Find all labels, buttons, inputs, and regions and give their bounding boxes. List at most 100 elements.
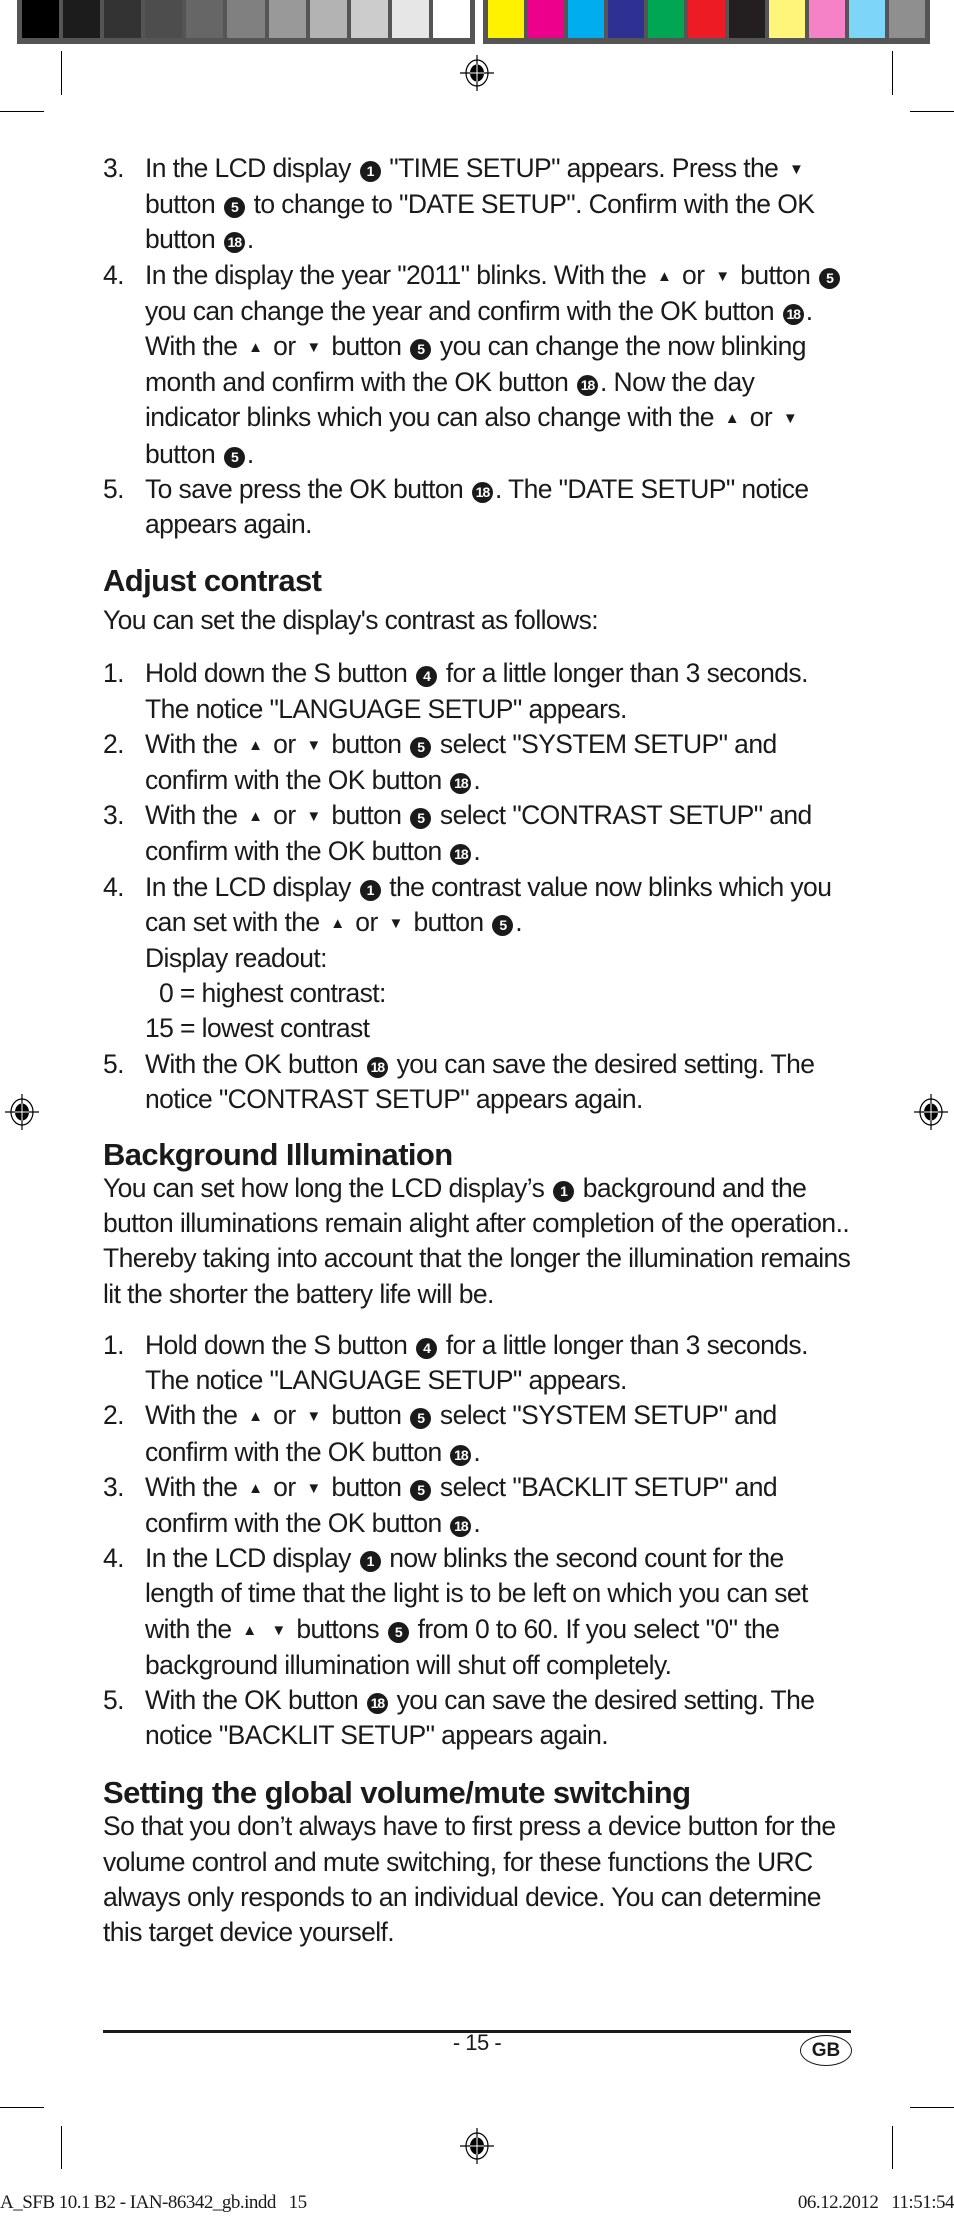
volume-intro: So that you don’t always have to first p… [103,1811,836,1947]
circled-number-4-icon: 4 [416,666,438,688]
date-setup-steps: 3. In the LCD display 1 "TIME SETUP" appe… [103,151,851,542]
circled-number-5-icon: 5 [410,808,432,830]
readout-label: Display readout: [145,943,328,974]
slug-timestamp: 06.12.2012 11:51:54 [797,2192,954,2213]
crop-mark-bottom-right [892,2126,893,2169]
backlight-steps: 1. Hold down the S button 4 for a little … [103,1328,851,1753]
list-item: 4. In the display the year "2011" blinks.… [103,258,851,472]
registration-mark-top-icon [460,55,494,91]
backlight-intro: You can set how long the LCD display’s 1… [103,1173,851,1309]
crop-mark-top-right-h [910,111,954,112]
step-number: 4. [103,1543,125,1574]
list-item: 4. In the LCD display 1 the contrast valu… [103,870,851,1047]
step-text: With the OK button 18 you can save the d… [145,1684,815,1751]
circled-number-5-icon: 5 [492,914,514,936]
arrow-down-icon: ▼ [782,410,798,428]
step-number: 4. [103,259,125,290]
crop-mark-bottom-left [61,2126,62,2169]
arrow-up-icon: ▲ [242,1621,257,1639]
arrow-up-icon: ▲ [724,410,740,428]
circled-number-5-icon: 5 [410,1479,432,1501]
color-swatch [568,0,605,38]
list-item: 4. In the LCD display 1 now blinks the se… [103,1541,851,1683]
page-content: 3. In the LCD display 1 "TIME SETUP" appe… [103,151,851,1950]
gray-swatch [309,0,347,38]
step-number: 4. [103,871,125,902]
step-text: Hold down the S button 4 for a little lo… [145,1329,808,1396]
gray-swatch [268,0,306,38]
arrow-up-icon: ▲ [657,267,672,285]
arrow-up-icon: ▲ [248,1408,263,1426]
circled-number-1-icon: 1 [553,1181,575,1203]
circled-number-18-icon: 18 [223,232,245,254]
color-swatch [768,0,805,38]
circled-number-5-icon: 5 [223,446,245,468]
arrow-up-icon: ▲ [248,339,263,357]
circled-number-5-icon: 5 [223,197,245,219]
list-item: 3. With the ▲ or ▼ button 5 select "BACKL… [103,1470,851,1541]
list-item: 3. In the LCD display 1 "TIME SETUP" appe… [103,151,851,258]
circled-number-18-icon: 18 [366,1056,388,1078]
gray-swatch [432,0,471,38]
color-swatch [888,0,926,38]
circled-number-4-icon: 4 [416,1337,438,1359]
circled-number-18-icon: 18 [450,773,472,795]
step-text: Hold down the S button 4 for a little lo… [145,658,808,724]
arrow-down-icon: ▼ [715,267,730,285]
step-number: 5. [103,1684,125,1715]
arrow-down-icon: ▼ [306,1408,321,1426]
step-text: In the display the year "2011" blinks. W… [145,258,851,472]
arrow-down-icon: ▼ [306,1479,321,1497]
circled-number-18-icon: 18 [577,375,599,397]
grayscale-color-bar [17,0,475,44]
arrow-down-icon: ▼ [388,914,403,932]
arrow-down-icon: ▼ [306,808,321,826]
gray-swatch [391,0,429,38]
arrow-down-icon: ▼ [789,161,804,178]
step-text: In the LCD display 1 now blinks the seco… [145,1543,808,1680]
step-text: With the ▲ or ▼ button 5 select "CONTRAS… [145,800,812,867]
crop-mark-top-left-h [0,111,44,112]
arrow-down-icon: ▼ [271,1621,286,1639]
circled-number-18-icon: 18 [450,1444,472,1466]
color-swatch [648,0,685,38]
language-badge: GB [800,2035,852,2066]
contrast-intro: You can set the display's contrast as fo… [103,605,599,636]
circled-number-5-icon: 5 [410,339,432,361]
list-item: 3. With the ▲ or ▼ button 5 select "CONTR… [103,798,851,869]
circled-number-5-icon: 5 [410,1408,432,1430]
color-swatch [808,0,845,38]
circled-number-1-icon: 1 [359,879,381,901]
crop-mark-top-left [61,51,62,95]
arrow-up-icon: ▲ [248,1479,263,1497]
step-text: With the ▲ or ▼ button 5 select "SYSTEM … [145,1400,777,1467]
list-item: 1. Hold down the S button 4 for a little … [103,656,851,726]
gray-swatch [22,0,60,38]
step-text: In the LCD display 1 the contrast value … [145,870,851,1047]
color-swatch [728,0,765,38]
color-swatch [848,0,885,38]
readout-line: 0 = highest contrast: [159,978,386,1009]
step-number: 1. [103,658,125,689]
step-text: With the ▲ or ▼ button 5 select "BACKLIT… [145,1471,778,1538]
arrow-up-icon: ▲ [248,736,263,754]
circled-number-18-icon: 18 [471,481,493,503]
step-number: 5. [103,1048,125,1079]
circled-number-1-icon: 1 [359,161,381,182]
step-text: With the OK button 18 you can save the d… [145,1048,815,1114]
page-number: - 15 - [452,2030,502,2055]
readout-line: 15 = lowest contrast [145,1013,370,1044]
crop-mark-bottom-right-h [910,2107,954,2108]
registration-mark-right-icon [914,1094,948,1130]
process-color-bar [483,0,930,44]
heading-adjust-contrast: Adjust contrast [103,563,322,599]
color-swatch [608,0,645,38]
step-number: 5. [103,473,125,504]
crop-mark-top-right [892,51,893,95]
gray-swatch [145,0,183,38]
gray-swatch [350,0,388,38]
gray-swatch [104,0,142,38]
step-number: 1. [103,1329,125,1360]
registration-mark-bottom-icon [460,2128,494,2164]
circled-number-5-icon: 5 [410,736,432,758]
